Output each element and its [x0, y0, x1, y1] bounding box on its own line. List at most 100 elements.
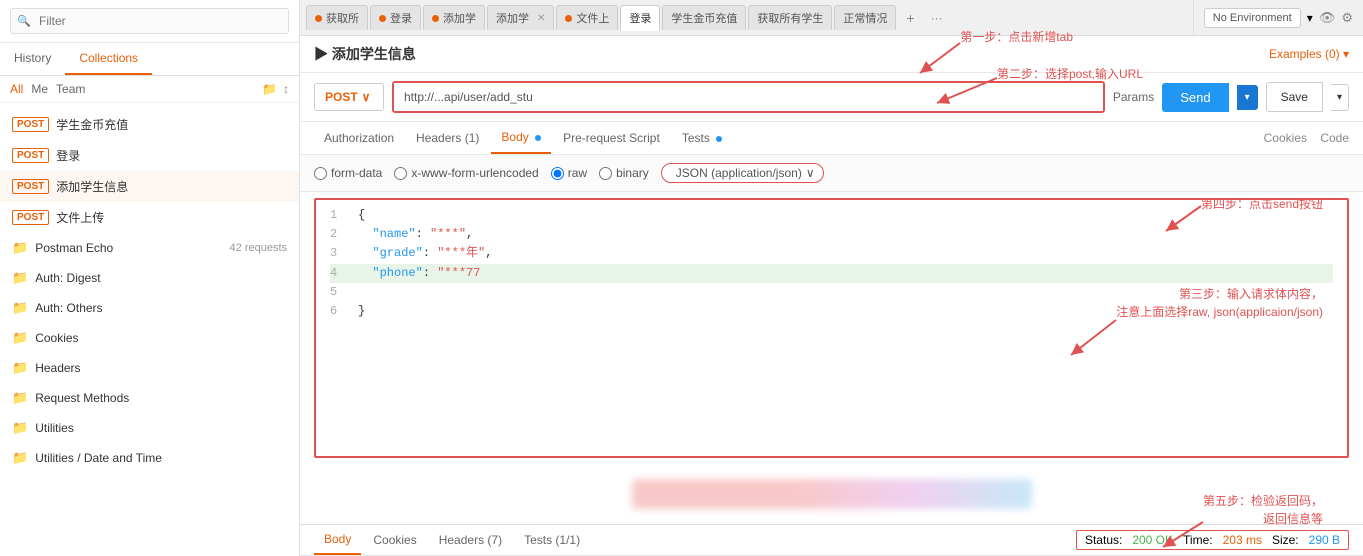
sidebar-item-3[interactable]: POST 文件上传 — [0, 202, 299, 233]
req-tab-3[interactable]: 添加学 ✕ — [487, 5, 554, 30]
urlencoded-radio-input[interactable] — [394, 167, 407, 180]
filter-me[interactable]: Me — [31, 82, 48, 96]
folder-label-2: Auth: Others — [35, 301, 102, 315]
folder-label-0: Postman Echo — [35, 241, 113, 255]
code-line-2: 3 "grade": "***年", — [330, 244, 1333, 263]
folder-icon-0: 📁 — [12, 240, 28, 256]
folder-label-4: Headers — [35, 361, 80, 375]
line-num-3: 4 — [330, 264, 346, 283]
form-data-radio[interactable]: form-data — [314, 166, 382, 180]
code-key-2: "grade" — [372, 246, 422, 260]
folder-postman-echo[interactable]: 📁 Postman Echo 42 requests — [0, 233, 299, 263]
settings-icon[interactable]: ⚙ — [1341, 10, 1353, 26]
code-editor[interactable]: 1 { 2 "name": "***", 3 "grade": "***年", … — [314, 198, 1349, 458]
filter-all[interactable]: All — [10, 82, 23, 96]
binary-radio[interactable]: binary — [599, 166, 649, 180]
subtab-tests-label: Tests — [682, 131, 710, 145]
sidebar-item-2[interactable]: POST 添加学生信息 — [0, 171, 299, 202]
eye-icon[interactable]: 👁 — [1319, 10, 1336, 26]
add-tab-button[interactable]: + — [898, 6, 922, 30]
filter-input[interactable] — [10, 8, 289, 34]
sidebar-list: POST 学生金币充值 POST 登录 POST 添加学生信息 POST 文件上… — [0, 103, 299, 556]
req-tab-0[interactable]: 获取所 — [306, 5, 368, 30]
subtab-body[interactable]: Body — [491, 122, 551, 154]
folder-auth-digest[interactable]: 📁 Auth: Digest — [0, 263, 299, 293]
env-dropdown-arrow: ▾ — [1307, 11, 1313, 25]
binary-label: binary — [616, 166, 649, 180]
folder-request-methods[interactable]: 📁 Request Methods — [0, 383, 299, 413]
tests-tab-dot — [716, 136, 722, 142]
folder-cookies[interactable]: 📁 Cookies — [0, 323, 299, 353]
sort-icon[interactable]: ↕ — [283, 82, 289, 96]
binary-radio-input[interactable] — [599, 167, 612, 180]
folder-utilities-date[interactable]: 📁 Utilities / Date and Time — [0, 443, 299, 473]
req-tab-label-0: 获取所 — [326, 10, 359, 26]
folder-icon-1: 📁 — [12, 270, 28, 286]
json-type-arrow: ∨ — [806, 166, 815, 180]
tab-close-3[interactable]: ✕ — [537, 13, 545, 24]
save-dropdown-button[interactable]: ▾ — [1331, 84, 1349, 111]
subtab-prerequest[interactable]: Pre-request Script — [553, 123, 670, 153]
code-str-1: "***" — [430, 227, 466, 241]
more-tabs-button[interactable]: ··· — [925, 7, 949, 29]
raw-radio[interactable]: raw — [551, 166, 587, 180]
subtab-headers[interactable]: Headers (1) — [406, 123, 489, 153]
status-info-box: Status: 200 OK Time: 203 ms Size: 290 B — [1076, 530, 1349, 550]
folder-auth-others[interactable]: 📁 Auth: Others — [0, 293, 299, 323]
folder-headers[interactable]: 📁 Headers — [0, 353, 299, 383]
form-data-radio-input[interactable] — [314, 167, 327, 180]
request-header: ▶ 添加学生信息 Examples (0) ▾ — [300, 36, 1363, 73]
sub-tabs: Authorization Headers (1) Body Pre-reque… — [300, 122, 1363, 155]
examples-link[interactable]: Examples (0) ▾ — [1269, 47, 1349, 61]
env-select[interactable]: No Environment — [1204, 8, 1301, 28]
send-button[interactable]: Send — [1162, 83, 1228, 112]
urlencoded-radio[interactable]: x-www-form-urlencoded — [394, 166, 538, 180]
req-tab-extra-1[interactable]: 获取所有学生 — [748, 5, 832, 30]
req-tab-label-extra-1: 获取所有学生 — [757, 10, 823, 26]
folder-icon-2: 📁 — [12, 300, 28, 316]
req-tab-label-4: 文件上 — [576, 10, 609, 26]
req-tab-4[interactable]: 文件上 — [556, 5, 618, 30]
req-tab-5[interactable]: 登录 — [620, 5, 660, 31]
code-link[interactable]: Code — [1320, 131, 1349, 145]
subtab-authorization[interactable]: Authorization — [314, 123, 404, 153]
sidebar-item-1[interactable]: POST 登录 — [0, 140, 299, 171]
folder-utilities[interactable]: 📁 Utilities — [0, 413, 299, 443]
cookies-link[interactable]: Cookies — [1264, 131, 1307, 145]
url-bar: POST ∨ Params Send ▾ Save ▾ — [300, 73, 1363, 122]
req-tab-extra-0[interactable]: 学生金币充值 — [662, 5, 746, 30]
bottom-tab-body[interactable]: Body — [314, 525, 361, 555]
tab-collections[interactable]: Collections — [65, 43, 152, 75]
save-button[interactable]: Save — [1266, 82, 1323, 112]
code-line-3: 4 "phone": "***77 — [330, 264, 1333, 283]
filter-team[interactable]: Team — [56, 82, 85, 96]
bottom-tab-cookies[interactable]: Cookies — [363, 526, 426, 554]
folder-icon-6: 📁 — [12, 420, 28, 436]
code-content-2: "grade": "***年", — [358, 244, 492, 263]
req-tab-extra-2[interactable]: 正常情况 — [834, 5, 896, 30]
url-input[interactable] — [394, 83, 1103, 111]
content-area: 获取所 登录 添加学 添加学 ✕ 文件上 登录 学生金币充值 — [300, 0, 1363, 556]
bottom-tab-tests[interactable]: Tests (1/1) — [514, 526, 590, 554]
sidebar-item-0[interactable]: POST 学生金币充值 — [0, 109, 299, 140]
code-key-1: "name" — [372, 227, 415, 241]
raw-radio-input[interactable] — [551, 167, 564, 180]
new-collection-icon[interactable]: 📁 — [262, 82, 277, 96]
sidebar-search-container: 🔍 — [0, 0, 299, 43]
json-type-label: JSON (application/json) — [676, 166, 802, 180]
req-tab-2[interactable]: 添加学 — [423, 5, 485, 30]
response-area — [300, 464, 1363, 524]
tab-history[interactable]: History — [0, 43, 65, 75]
subtab-tests[interactable]: Tests — [672, 123, 732, 153]
raw-label: raw — [568, 166, 587, 180]
body-tab-dot — [535, 135, 541, 141]
params-label[interactable]: Params — [1113, 90, 1154, 104]
method-select[interactable]: POST ∨ — [314, 83, 384, 111]
sidebar: 🔍 History Collections All Me Team 📁 ↕ PO… — [0, 0, 300, 556]
bottom-tab-headers[interactable]: Headers (7) — [429, 526, 512, 554]
req-tab-1[interactable]: 登录 — [370, 5, 421, 30]
request-tabs-bar: 获取所 登录 添加学 添加学 ✕ 文件上 登录 学生金币充值 — [300, 0, 1363, 36]
line-num-5: 6 — [330, 302, 346, 321]
json-type-select[interactable]: JSON (application/json) ∨ — [661, 163, 824, 183]
send-dropdown-button[interactable]: ▾ — [1237, 85, 1258, 110]
